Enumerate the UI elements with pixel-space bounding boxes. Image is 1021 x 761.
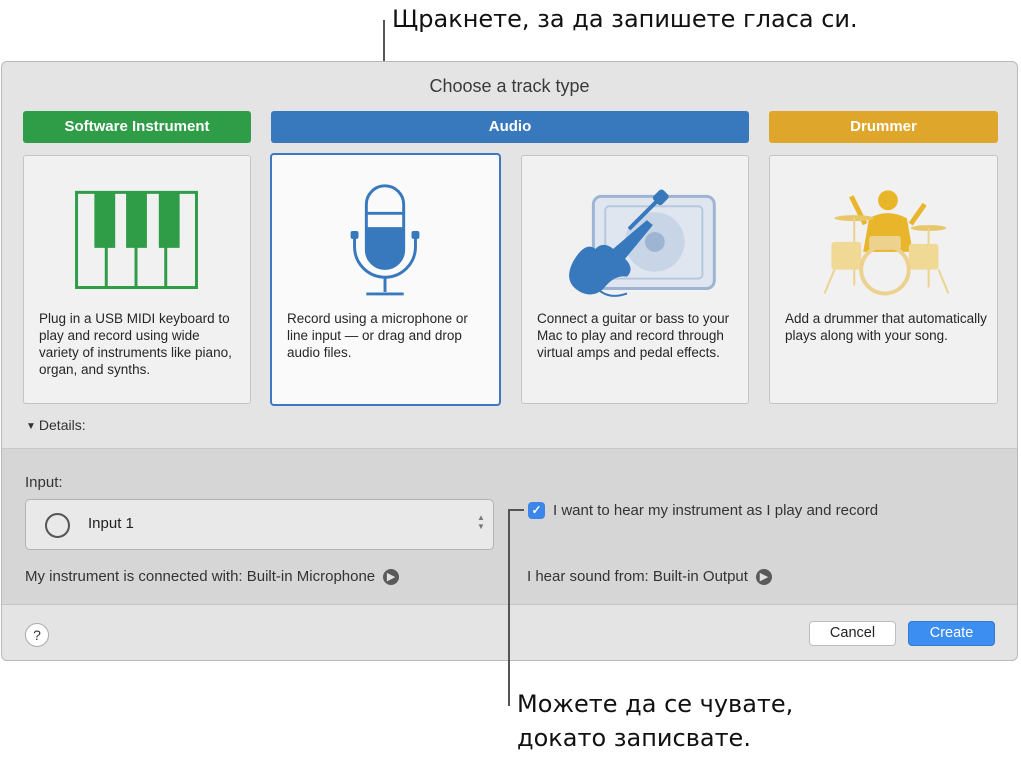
callout-leader-bottom xyxy=(508,509,510,706)
audio-button[interactable]: Audio xyxy=(271,111,749,143)
dialog-title: Choose a track type xyxy=(429,76,590,96)
monitoring-checkbox[interactable]: ✓ xyxy=(528,502,545,519)
input-label: Input: xyxy=(25,474,63,491)
piano-keyboard-icon xyxy=(75,190,198,290)
disclosure-triangle-icon: ▼ xyxy=(26,421,36,432)
chevron-up-down-icon: ▲ ▼ xyxy=(477,513,485,531)
microphone-description: Record using a microphone or line input … xyxy=(287,311,468,360)
callout-leader-bottom-tick xyxy=(508,509,524,511)
drummer-card[interactable]: Add a drummer that automatically plays a… xyxy=(769,155,998,404)
arrow-right-circle-icon[interactable]: ▶ xyxy=(383,568,400,585)
microphone-icon xyxy=(350,184,420,296)
microphone-card[interactable]: Record using a microphone or line input … xyxy=(270,153,501,406)
details-label: Details: xyxy=(38,417,86,433)
create-button[interactable]: Create xyxy=(908,621,995,646)
software-instrument-description: Plug in a USB MIDI keyboard to play and … xyxy=(39,311,232,377)
instrument-connection-label: My instrument is connected with: Built-i… xyxy=(25,568,376,585)
drummer-icon xyxy=(823,190,950,296)
software-instrument-button[interactable]: Software Instrument xyxy=(23,111,251,143)
callout-record-voice: Щракнете, за да запишете гласа си. xyxy=(392,5,858,33)
sound-output-label: I hear sound from: Built-in Output xyxy=(527,568,748,585)
sound-output: I hear sound from: Built-in Output ▶ xyxy=(527,568,772,585)
guitar-bass-card[interactable]: Connect a guitar or bass to your Mac to … xyxy=(521,155,749,404)
help-button[interactable]: ? xyxy=(25,623,49,647)
instrument-connection: My instrument is connected with: Built-i… xyxy=(25,568,400,585)
input-channel-icon xyxy=(45,513,70,538)
input-select[interactable]: Input 1 ▲ ▼ xyxy=(25,499,494,550)
guitar-amp-icon xyxy=(569,189,716,297)
drummer-description: Add a drummer that automatically plays a… xyxy=(785,311,987,343)
guitar-bass-description: Connect a guitar or bass to your Mac to … xyxy=(537,311,730,360)
input-value: Input 1 xyxy=(88,515,134,532)
drummer-button[interactable]: Drummer xyxy=(769,111,998,143)
monitoring-label: I want to hear my instrument as I play a… xyxy=(553,502,879,519)
cancel-button[interactable]: Cancel xyxy=(809,621,896,646)
details-disclosure[interactable]: ▼ Details: xyxy=(26,417,86,433)
arrow-right-circle-icon[interactable]: ▶ xyxy=(755,568,772,585)
software-instrument-card[interactable]: Plug in a USB MIDI keyboard to play and … xyxy=(23,155,251,404)
callout-hear-yourself: Можете да се чувате, докато записвате. xyxy=(517,690,794,752)
